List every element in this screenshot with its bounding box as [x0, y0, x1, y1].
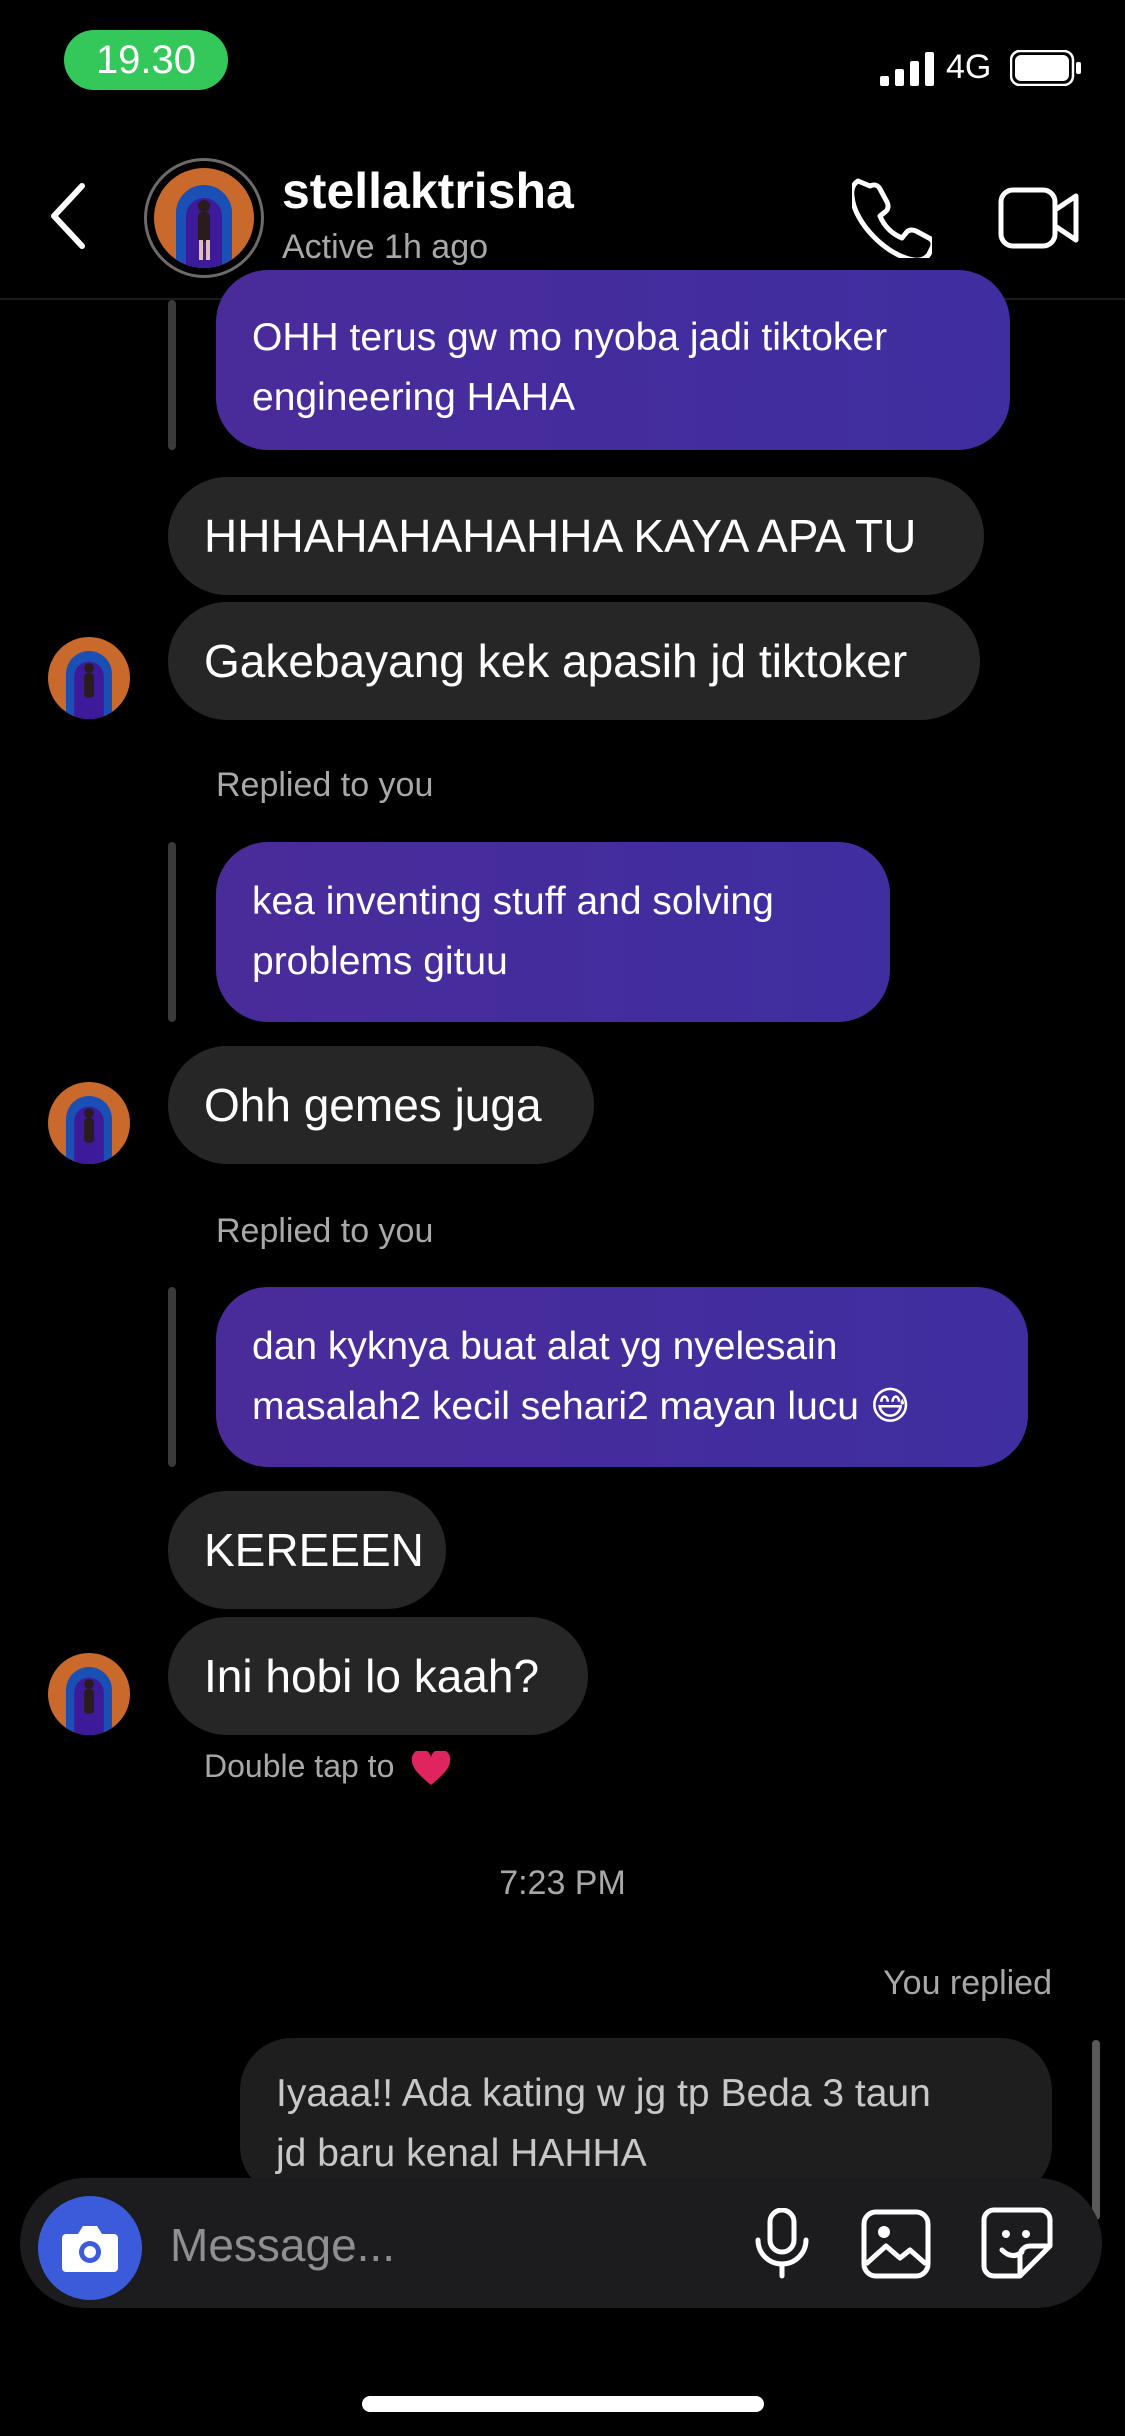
mic-icon[interactable] [752, 2208, 812, 2280]
camera-button[interactable] [38, 2196, 142, 2300]
message-line: kea inventing stuff and solving [252, 880, 774, 923]
message-text: dan kyknya buat alat yg nyelesain masala… [252, 1317, 910, 1437]
message-line: dan kyknya buat alat yg nyelesain [252, 1325, 838, 1368]
sender-avatar[interactable] [48, 1082, 130, 1164]
message-text: kea inventing stuff and solving problems… [252, 872, 774, 992]
message-line: engineering HAHA [252, 376, 576, 419]
network-type: 4G [946, 48, 992, 86]
call-icon[interactable] [852, 178, 932, 258]
chat-username[interactable]: stellaktrisha [282, 162, 574, 220]
message-line: masalah2 kecil sehari2 mayan lucu 😅 [252, 1385, 911, 1428]
message-line: problems gituu [252, 940, 508, 983]
activity-status: Active 1h ago [282, 228, 489, 266]
incoming-message[interactable]: Ohh gemes juga [168, 1046, 594, 1164]
reply-label: Replied to you [216, 1212, 434, 1250]
heart-icon [412, 1750, 451, 1785]
message-line: Iyaaa!! Ada kating w jg tp Beda 3 taun [276, 2072, 931, 2115]
reply-label: Replied to you [216, 766, 434, 804]
reply-indicator [168, 842, 176, 1022]
double-tap-hint: Double tap to [204, 1748, 451, 1787]
avatar-image [154, 168, 254, 268]
sender-avatar[interactable] [48, 1653, 130, 1735]
message-line: OHH terus gw mo nyoba jadi tiktoker [252, 316, 888, 359]
profile-avatar[interactable] [144, 158, 264, 278]
timestamp: 7:23 PM [499, 1864, 626, 1902]
reply-indicator [168, 1287, 176, 1467]
incoming-message[interactable]: Gakebayang kek apasih jd tiktoker [168, 602, 980, 720]
camera-icon [62, 2226, 118, 2272]
scrollbar[interactable] [1092, 2040, 1100, 2220]
you-replied-label: You replied [883, 1964, 1052, 2002]
gallery-icon[interactable] [860, 2208, 932, 2280]
reply-bubble[interactable]: dan kyknya buat alat yg nyelesain masala… [216, 1287, 1028, 1467]
message-line: jd baru kenal HAHHA [276, 2132, 647, 2175]
incoming-message[interactable]: KEREEEN [168, 1491, 446, 1609]
status-time: 19.30 [64, 30, 228, 90]
reply-indicator [168, 300, 176, 450]
own-reply-bubble[interactable]: Iyaaa!! Ada kating w jg tp Beda 3 taun j… [240, 2038, 1052, 2198]
reply-bubble[interactable]: OHH terus gw mo nyoba jadi tiktoker engi… [216, 270, 1010, 450]
hint-text: Double tap to [204, 1748, 395, 1784]
reply-bubble[interactable]: kea inventing stuff and solving problems… [216, 842, 890, 1022]
video-icon[interactable] [998, 182, 1080, 254]
message-input[interactable] [168, 2214, 692, 2276]
cellular-signal-icon [880, 52, 934, 86]
home-indicator[interactable] [362, 2396, 764, 2412]
sender-avatar[interactable] [48, 637, 130, 719]
sticker-icon[interactable] [980, 2206, 1054, 2280]
battery-icon [1010, 50, 1081, 86]
incoming-message[interactable]: HHHAHAHAHAHHA KAYA APA TU [168, 477, 984, 595]
message-text: OHH terus gw mo nyoba jadi tiktoker engi… [252, 308, 887, 428]
incoming-message[interactable]: Ini hobi lo kaah? [168, 1617, 588, 1735]
back-icon[interactable] [42, 176, 102, 256]
